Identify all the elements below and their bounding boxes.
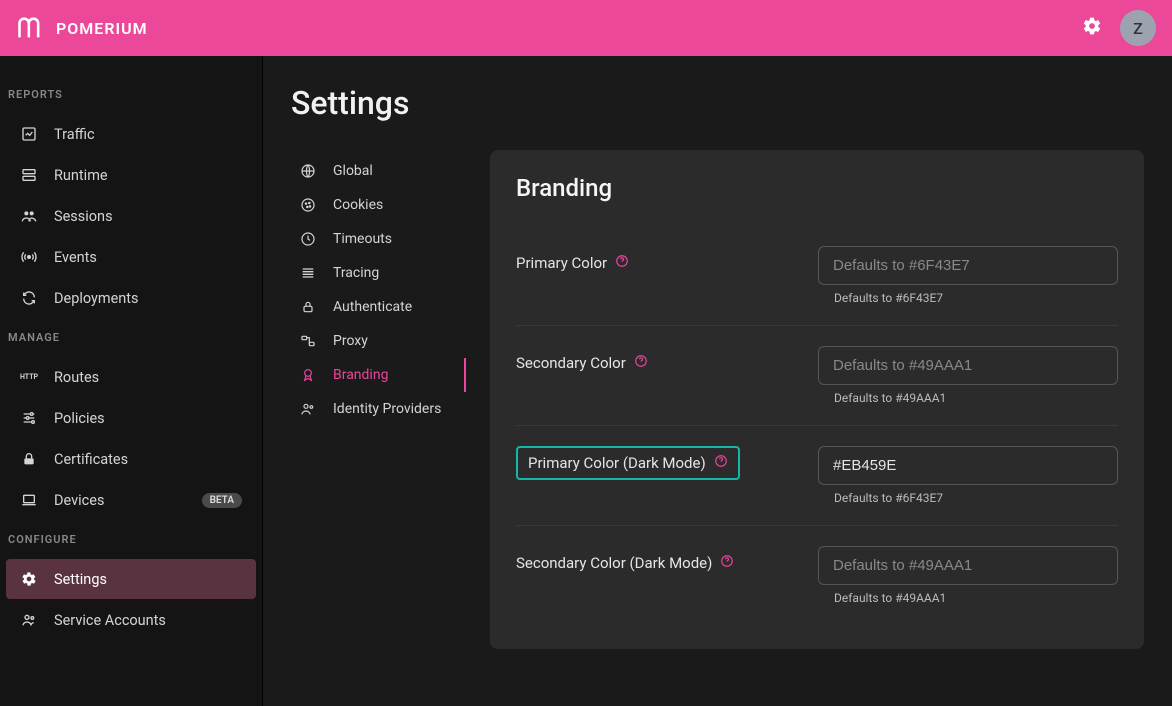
- secondary-color-input[interactable]: [818, 346, 1118, 385]
- sidebar-item-routes[interactable]: HTTP Routes: [6, 357, 256, 397]
- row-secondary-color: Secondary Color Defaults to #49AAA1: [516, 326, 1118, 426]
- sidebar-item-label: Runtime: [54, 167, 108, 184]
- sidebar-item-settings[interactable]: Settings: [6, 559, 256, 599]
- subnav-label: Cookies: [333, 197, 383, 213]
- sidebar-item-label: Devices: [54, 492, 104, 509]
- sidebar-item-label: Events: [54, 249, 97, 266]
- helper-text: Defaults to #49AAA1: [818, 591, 1118, 605]
- subnav-tracing[interactable]: Tracing: [291, 256, 466, 290]
- subnav-label: Authenticate: [333, 299, 412, 315]
- subnav-label: Branding: [333, 367, 388, 383]
- panel-title: Branding: [490, 150, 1144, 226]
- branding-panel: Branding Primary Color Defaults to #6F43…: [490, 150, 1144, 649]
- people-icon: [20, 611, 38, 629]
- lock-icon: [20, 450, 38, 468]
- sidebar-item-label: Sessions: [54, 208, 113, 225]
- sidebar-item-certificates[interactable]: Certificates: [6, 439, 256, 479]
- row-primary-color-dark: Primary Color (Dark Mode) Defaults to #6…: [516, 426, 1118, 526]
- subnav-identity-providers[interactable]: Identity Providers: [291, 392, 466, 426]
- lines-icon: [299, 264, 317, 282]
- sidebar-item-deployments[interactable]: Deployments: [6, 278, 256, 318]
- page-title: Settings: [291, 84, 1144, 122]
- globe-icon: [299, 162, 317, 180]
- subnav-label: Proxy: [333, 333, 368, 349]
- sidebar-item-traffic[interactable]: Traffic: [6, 114, 256, 154]
- gear-icon: [20, 570, 38, 588]
- sidebar-item-service-accounts[interactable]: Service Accounts: [6, 600, 256, 640]
- subnav-label: Global: [333, 163, 373, 179]
- primary-color-dark-input[interactable]: [818, 446, 1118, 485]
- field-label: Primary Color: [516, 254, 607, 272]
- sliders-icon: [20, 409, 38, 427]
- beta-badge: BETA: [202, 493, 242, 508]
- sidebar-item-label: Settings: [54, 571, 107, 588]
- sidebar-item-label: Deployments: [54, 290, 139, 307]
- laptop-icon: [20, 491, 38, 509]
- logo-icon: [16, 14, 44, 42]
- subnav-cookies[interactable]: Cookies: [291, 188, 466, 222]
- sidebar-item-policies[interactable]: Policies: [6, 398, 256, 438]
- sidebar-section-reports: REPORTS: [0, 76, 262, 113]
- people-icon: [299, 400, 317, 418]
- sidebar-item-label: Policies: [54, 410, 105, 427]
- subnav-branding[interactable]: Branding: [291, 358, 466, 392]
- ribbon-icon: [299, 366, 317, 384]
- sidebar-item-label: Certificates: [54, 451, 128, 468]
- subnav-global[interactable]: Global: [291, 154, 466, 188]
- help-icon[interactable]: [615, 254, 629, 272]
- refresh-icon: [20, 289, 38, 307]
- sidebar-section-configure: CONFIGURE: [0, 521, 262, 558]
- broadcast-icon: [20, 248, 38, 266]
- sidebar-item-label: Traffic: [54, 126, 95, 143]
- proxy-icon: [299, 332, 317, 350]
- sidebar: REPORTS Traffic Runtime Sessions Events …: [0, 56, 263, 706]
- field-label: Secondary Color: [516, 354, 626, 372]
- subnav-proxy[interactable]: Proxy: [291, 324, 466, 358]
- field-label: Secondary Color (Dark Mode): [516, 554, 712, 572]
- field-label: Primary Color (Dark Mode): [528, 454, 706, 472]
- sidebar-item-runtime[interactable]: Runtime: [6, 155, 256, 195]
- sidebar-item-label: Service Accounts: [54, 612, 166, 629]
- helper-text: Defaults to #6F43E7: [818, 291, 1118, 305]
- help-icon[interactable]: [720, 554, 734, 572]
- lock-icon: [299, 298, 317, 316]
- helper-text: Defaults to #6F43E7: [818, 491, 1118, 505]
- sidebar-item-devices[interactable]: Devices BETA: [6, 480, 256, 520]
- subnav-timeouts[interactable]: Timeouts: [291, 222, 466, 256]
- subnav-label: Identity Providers: [333, 401, 441, 417]
- subnav-label: Tracing: [333, 265, 379, 281]
- users-icon: [20, 207, 38, 225]
- primary-color-input[interactable]: [818, 246, 1118, 285]
- sidebar-item-label: Routes: [54, 369, 99, 386]
- sidebar-item-sessions[interactable]: Sessions: [6, 196, 256, 236]
- clock-icon: [299, 230, 317, 248]
- avatar[interactable]: Z: [1120, 10, 1156, 46]
- brand-name: POMERIUM: [56, 19, 148, 38]
- cookie-icon: [299, 196, 317, 214]
- help-icon[interactable]: [634, 354, 648, 372]
- main-content: Settings Global Cookies Timeouts Tracing…: [263, 56, 1172, 706]
- subnav-label: Timeouts: [333, 231, 392, 247]
- subnav-authenticate[interactable]: Authenticate: [291, 290, 466, 324]
- brand: POMERIUM: [16, 14, 148, 42]
- sidebar-section-manage: MANAGE: [0, 319, 262, 356]
- chart-icon: [20, 125, 38, 143]
- server-icon: [20, 166, 38, 184]
- top-bar: POMERIUM Z: [0, 0, 1172, 56]
- help-icon[interactable]: [714, 454, 728, 472]
- row-secondary-color-dark: Secondary Color (Dark Mode) Defaults to …: [516, 526, 1118, 625]
- settings-subnav: Global Cookies Timeouts Tracing Authenti…: [291, 150, 466, 426]
- row-primary-color: Primary Color Defaults to #6F43E7: [516, 226, 1118, 326]
- secondary-color-dark-input[interactable]: [818, 546, 1118, 585]
- helper-text: Defaults to #49AAA1: [818, 391, 1118, 405]
- http-icon: HTTP: [20, 368, 38, 386]
- gear-icon[interactable]: [1082, 16, 1102, 40]
- sidebar-item-events[interactable]: Events: [6, 237, 256, 277]
